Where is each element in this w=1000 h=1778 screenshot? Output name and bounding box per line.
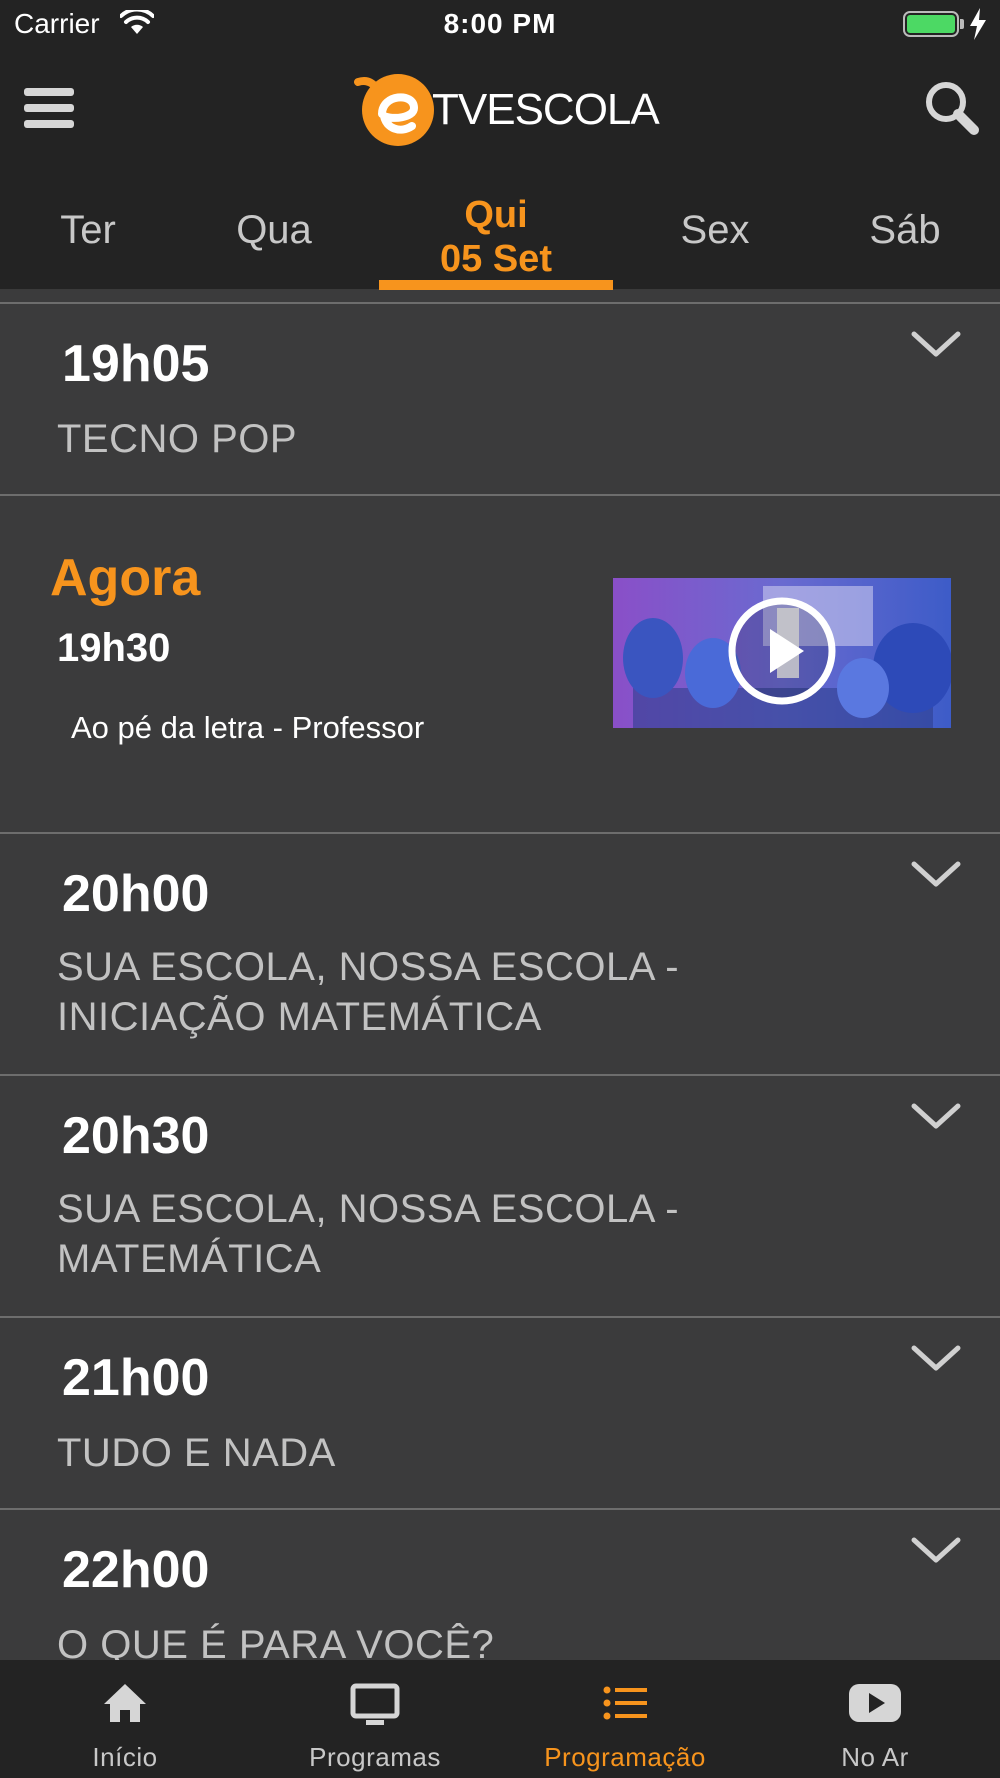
tab-day-qui[interactable]: Qui 05 Set bbox=[379, 170, 613, 290]
top-nav: TVESCOLA bbox=[0, 50, 1000, 170]
tab-day-label: Qua bbox=[236, 207, 312, 252]
menu-button[interactable] bbox=[24, 88, 74, 132]
tab-no-ar[interactable]: No Ar bbox=[750, 1660, 1000, 1778]
status-bar: Carrier 8:00 PM bbox=[0, 0, 1000, 50]
schedule-time: 20h30 bbox=[62, 1107, 210, 1165]
youtube-play-icon bbox=[849, 1684, 901, 1722]
tab-day-sab[interactable]: Sáb bbox=[850, 170, 960, 290]
chevron-down-icon[interactable] bbox=[906, 1096, 966, 1136]
schedule-title: TECNO POP bbox=[57, 417, 298, 461]
chevron-down-icon[interactable] bbox=[906, 854, 966, 894]
schedule-time: 19h30 bbox=[57, 626, 171, 670]
tv-icon bbox=[350, 1683, 400, 1725]
tab-day-date: 05 Set bbox=[440, 238, 552, 280]
tab-programacao[interactable]: Programação bbox=[500, 1660, 750, 1778]
chevron-down-icon[interactable] bbox=[906, 1338, 966, 1378]
tab-label: Programação bbox=[544, 1742, 706, 1772]
search-icon[interactable] bbox=[924, 80, 980, 136]
schedule-item[interactable]: 19h05 TECNO POP bbox=[0, 304, 1000, 496]
day-tabs: Ter Qua Qui 05 Set Sex Sáb bbox=[0, 170, 1000, 290]
schedule-time: 21h00 bbox=[62, 1349, 210, 1407]
schedule-title: SUA ESCOLA, NOSSA ESCOLA - INICIAÇÃO MAT… bbox=[57, 945, 680, 1039]
schedule-item[interactable]: 21h00 TUDO E NADA bbox=[0, 1318, 1000, 1510]
tab-day-ter[interactable]: Ter bbox=[30, 170, 146, 290]
menu-bar bbox=[24, 120, 74, 128]
schedule-title: TUDO E NADA bbox=[57, 1431, 336, 1475]
logo-e-icon bbox=[354, 74, 434, 146]
schedule-item[interactable]: 20h00 SUA ESCOLA, NOSSA ESCOLA - INICIAÇ… bbox=[0, 834, 1000, 1076]
chevron-down-icon[interactable] bbox=[906, 324, 966, 364]
tab-inicio[interactable]: Início bbox=[0, 1660, 250, 1778]
tab-label: Início bbox=[92, 1742, 158, 1772]
menu-bar bbox=[24, 104, 74, 112]
now-label: Agora bbox=[50, 549, 201, 607]
schedule-item[interactable]: 22h00 O QUE É PARA VOCÊ? bbox=[0, 1510, 1000, 1660]
play-icon[interactable] bbox=[726, 595, 838, 707]
schedule-title: Ao pé da letra - Professor bbox=[71, 710, 425, 745]
battery-icon bbox=[903, 11, 959, 37]
home-icon bbox=[104, 1684, 146, 1722]
schedule-list[interactable]: 19h05 TECNO POP Agora 19h30 Ao pé da let… bbox=[0, 290, 1000, 1660]
active-tab-indicator bbox=[379, 280, 613, 290]
list-icon bbox=[603, 1686, 647, 1720]
bottom-tab-bar: Início Programas Programação No Ar bbox=[0, 1660, 1000, 1778]
tab-label: No Ar bbox=[841, 1742, 909, 1772]
logo-text: TVESCOLA bbox=[432, 85, 660, 134]
schedule-time: 22h00 bbox=[62, 1541, 210, 1599]
tab-day-label: Sex bbox=[680, 207, 750, 252]
tab-day-label: Ter bbox=[60, 207, 116, 252]
tab-day-sex[interactable]: Sex bbox=[660, 170, 770, 290]
tab-day-qua[interactable]: Qua bbox=[212, 170, 336, 290]
chevron-down-icon[interactable] bbox=[906, 1530, 966, 1570]
schedule-title: SUA ESCOLA, NOSSA ESCOLA - MATEMÁTICA bbox=[57, 1187, 680, 1281]
tv-escola-logo: TVESCOLA bbox=[348, 70, 660, 150]
status-time: 8:00 PM bbox=[443, 8, 557, 39]
schedule-item[interactable]: 20h30 SUA ESCOLA, NOSSA ESCOLA - MATEMÁT… bbox=[0, 1076, 1000, 1318]
charging-bolt-icon bbox=[970, 8, 986, 40]
tab-day-label: Qui bbox=[464, 194, 528, 236]
tab-label: Programas bbox=[309, 1742, 441, 1772]
battery-tip bbox=[960, 19, 964, 29]
schedule-time: 20h00 bbox=[62, 865, 210, 923]
menu-bar bbox=[24, 88, 74, 96]
schedule-time: 19h05 bbox=[62, 335, 210, 393]
live-thumbnail[interactable] bbox=[613, 578, 951, 728]
list-item-partial bbox=[0, 290, 1000, 304]
tab-programas[interactable]: Programas bbox=[250, 1660, 500, 1778]
schedule-item-now[interactable]: Agora 19h30 Ao pé da letra - Professor bbox=[0, 496, 1000, 834]
tab-day-label: Sáb bbox=[869, 207, 941, 252]
schedule-title: O QUE É PARA VOCÊ? bbox=[57, 1623, 495, 1660]
